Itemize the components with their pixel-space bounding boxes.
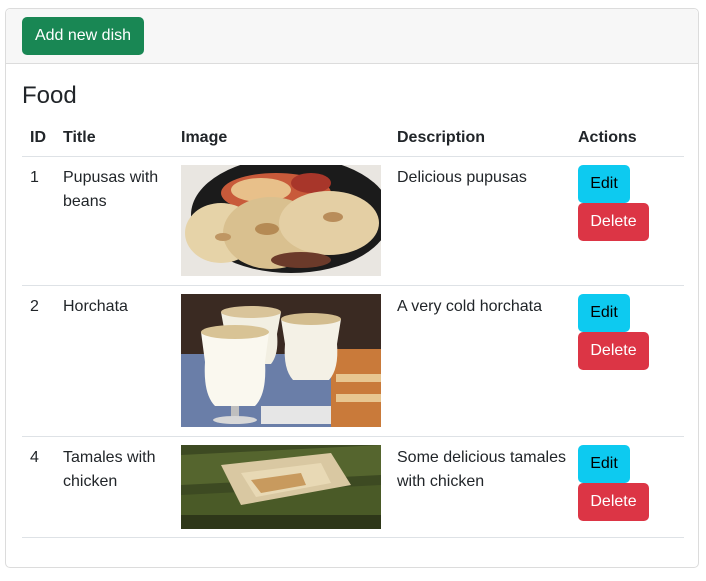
food-table: ID Title Image Description Actions 1 Pup… — [22, 120, 684, 538]
table-row: 2 Horchata A very cold horchata Edit Del… — [22, 285, 684, 437]
table-row: 4 Tamales with chicken Some delicious ta… — [22, 436, 684, 538]
edit-button[interactable]: Edit — [578, 445, 630, 483]
column-header-description: Description — [397, 120, 578, 157]
row-description: Delicious pupusas — [397, 169, 527, 186]
column-header-actions: Actions — [578, 120, 684, 157]
edit-button[interactable]: Edit — [578, 294, 630, 332]
delete-button[interactable]: Delete — [578, 203, 649, 241]
table-header-row: ID Title Image Description Actions — [22, 120, 684, 157]
tamales-image — [181, 445, 381, 529]
row-description: Some delicious tamales with chicken — [397, 449, 566, 490]
column-header-id: ID — [22, 120, 63, 157]
card-header: Add new dish — [6, 9, 698, 64]
row-title: Horchata — [63, 298, 128, 315]
pupusas-image — [181, 165, 381, 276]
horchata-image — [181, 294, 381, 427]
table-row: 1 Pupusas with beans Delicious pupusas E… — [22, 156, 684, 286]
add-new-dish-button[interactable]: Add new dish — [22, 17, 144, 55]
column-header-image: Image — [181, 120, 397, 157]
page-title: Food — [22, 82, 77, 109]
food-card: Add new dish Food ID Title Image Descrip… — [5, 8, 699, 568]
delete-button[interactable]: Delete — [578, 483, 649, 521]
edit-button[interactable]: Edit — [578, 165, 630, 203]
row-description: A very cold horchata — [397, 298, 542, 315]
row-title: Tamales with chicken — [63, 449, 156, 490]
row-title: Pupusas with beans — [63, 169, 159, 210]
row-id: 2 — [30, 298, 39, 315]
delete-button[interactable]: Delete — [578, 332, 649, 370]
row-id: 4 — [30, 449, 39, 466]
column-header-title: Title — [63, 120, 181, 157]
row-id: 1 — [30, 169, 39, 186]
